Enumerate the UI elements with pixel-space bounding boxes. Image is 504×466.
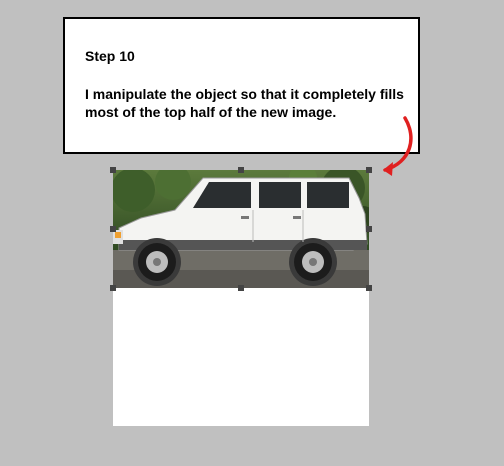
step-title: Step 10 (85, 48, 135, 64)
resize-handle-top-center[interactable] (238, 167, 244, 173)
resize-handle-bottom-center[interactable] (238, 285, 244, 291)
instruction-callout: Step 10 I manipulate the object so that … (63, 17, 420, 154)
resize-handle-bottom-right[interactable] (366, 285, 372, 291)
resize-handle-top-right[interactable] (366, 167, 372, 173)
vehicle-photo-layer[interactable] (113, 170, 369, 288)
resize-handle-middle-left[interactable] (110, 226, 116, 232)
white-suv-image (113, 170, 369, 288)
resize-handle-bottom-left[interactable] (110, 285, 116, 291)
resize-handle-middle-right[interactable] (366, 226, 372, 232)
resize-handle-top-left[interactable] (110, 167, 116, 173)
step-description: I manipulate the object so that it compl… (85, 86, 404, 120)
curved-arrow-icon (383, 116, 413, 176)
